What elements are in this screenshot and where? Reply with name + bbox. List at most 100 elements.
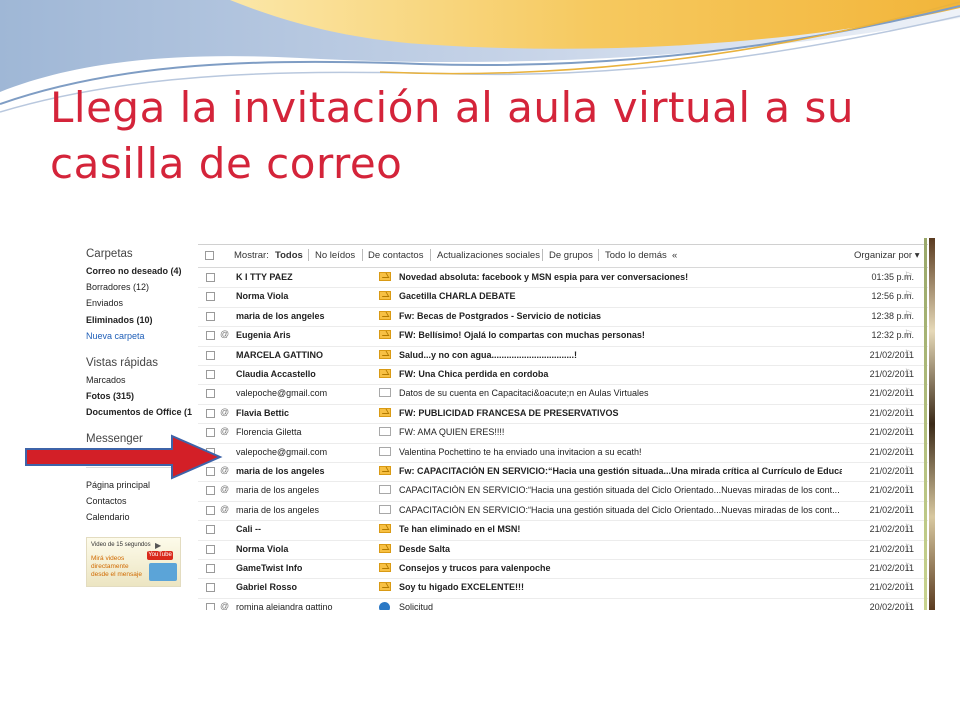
sort-dropdown[interactable]: Organizar por ▾	[854, 250, 920, 261]
message-row[interactable]: @ Florencia Giletta FW: AMA QUIEN ERES!!!!…	[198, 423, 928, 444]
folder-enviados[interactable]: Enviados	[86, 298, 123, 308]
flag-icon[interactable]: ⚐	[904, 562, 913, 573]
folder-eliminados[interactable]: Eliminados (10)	[86, 315, 153, 325]
message-subject: Valentina Pochettino te ha enviado una i…	[399, 446, 642, 457]
message-subject: Novedad absoluta: facebook y MSN espia p…	[399, 272, 689, 282]
message-row[interactable]: maria de los angeles Fw: Becas de Postgra…	[198, 307, 928, 328]
filter-todos[interactable]: Todos	[275, 250, 303, 261]
row-checkbox[interactable]	[206, 389, 215, 399]
row-checkbox[interactable]	[206, 583, 215, 593]
message-row[interactable]: Norma Viola Gacetilla CHARLA DEBATE 12:56 …	[198, 287, 928, 308]
filter-de-contactos[interactable]: De contactos	[368, 250, 423, 261]
attachment-icon: @	[220, 600, 230, 610]
envelope-read-icon	[379, 388, 391, 398]
message-row[interactable]: K I TTY PAEZ Novedad absoluta: facebook y…	[198, 268, 928, 289]
row-checkbox[interactable]	[206, 408, 215, 418]
message-date: 20/02/2011	[869, 601, 914, 610]
message-row[interactable]: Cali -- Te han eliminado en el MSN! 21/02/…	[198, 520, 928, 541]
flag-icon[interactable]: ⚐	[904, 407, 913, 418]
message-row[interactable]: Claudia Accastello FW: Una Chica perdida …	[198, 365, 928, 386]
flag-icon[interactable]: ⚐	[904, 426, 913, 437]
message-row[interactable]: Norma Viola Desde Salta 21/02/2011 ⚐	[198, 540, 928, 560]
message-row[interactable]: valepoche@gmail.com Datos de su cuenta en…	[198, 384, 928, 405]
flag-icon[interactable]: ⚐	[904, 601, 913, 610]
link-calendario[interactable]: Calendario	[86, 512, 130, 522]
view-marcados[interactable]: Marcados	[86, 375, 126, 385]
flag-icon[interactable]: ⚐	[904, 368, 913, 379]
quick-views-heading: Vistas rápidas	[86, 357, 159, 369]
link-pagina-principal[interactable]: Página principal	[86, 480, 150, 490]
video-ad-banner[interactable]: Video de 15 segundos ▶ YouTube Mirá vide…	[86, 537, 181, 587]
message-row[interactable]: @ Flavia Bettic FW: PUBLICIDAD FRANCESA DE…	[198, 404, 928, 425]
message-row[interactable]: Gabriel Rosso Soy tu higado EXCELENTE!!! 2…	[198, 578, 928, 599]
view-documentos-office[interactable]: Documentos de Office (1	[86, 407, 192, 417]
filter-separator	[542, 249, 543, 261]
row-checkbox[interactable]	[206, 311, 215, 321]
filter-de-grupos[interactable]: De grupos	[549, 250, 593, 261]
message-subject: Soy tu higado EXCELENTE!!!	[399, 582, 524, 593]
flag-icon[interactable]: ⚐	[904, 271, 913, 282]
folder-borradores[interactable]: Borradores (12)	[86, 282, 149, 292]
row-checkbox[interactable]	[206, 273, 215, 282]
link-contactos[interactable]: Contactos	[86, 496, 127, 506]
message-row[interactable]: @ Eugenia Aris FW: Bellísimo! Ojalá lo com…	[198, 326, 928, 347]
view-fotos[interactable]: Fotos (315)	[86, 391, 134, 401]
filter-actualizaciones-sociales[interactable]: Actualizaciones sociales	[437, 250, 540, 261]
row-checkbox[interactable]	[206, 564, 215, 573]
message-sender: Claudia Accastello	[236, 369, 316, 379]
message-row[interactable]: @ maria de los angeles Fw: CAPACITACIÓN EN…	[198, 462, 928, 483]
row-checkbox[interactable]	[206, 544, 215, 554]
select-all-checkbox[interactable]	[205, 251, 214, 260]
message-row[interactable]: @ romina alejandra gattino Solicitud 20/02/…	[198, 598, 928, 610]
flag-icon[interactable]: ⚐	[904, 387, 913, 398]
message-subject: Gacetilla CHARLA DEBATE	[399, 291, 516, 302]
collapse-filters-button[interactable]: «	[672, 250, 677, 261]
message-subject: Fw: CAPACITACIÓN EN SERVICIO:“Hacia una …	[399, 466, 842, 476]
request-icon	[379, 601, 391, 610]
flag-icon[interactable]: ⚐	[904, 349, 913, 360]
row-checkbox[interactable]	[206, 350, 215, 360]
flag-icon[interactable]: ⚐	[904, 543, 913, 554]
message-sender: Florencia Giletta	[236, 427, 302, 438]
message-sender: GameTwist Info	[236, 563, 303, 573]
row-checkbox[interactable]	[206, 331, 215, 341]
flag-icon[interactable]: ⚐	[904, 290, 913, 301]
flag-icon[interactable]: ⚐	[904, 465, 913, 476]
message-subject: Desde Salta	[399, 543, 451, 554]
message-sender: Norma Viola	[236, 543, 289, 554]
youtube-logo: YouTube	[147, 551, 173, 560]
filter-todo-lo-demas[interactable]: Todo lo demás	[605, 250, 667, 261]
message-date: 21/02/2011	[869, 446, 914, 457]
envelope-read-icon	[379, 427, 391, 437]
flag-icon[interactable]: ⚐	[904, 523, 913, 534]
row-checkbox[interactable]	[206, 602, 215, 610]
flag-icon[interactable]: ⚐	[904, 504, 913, 515]
message-row[interactable]: valepoche@gmail.com Valentina Pochettino …	[198, 443, 928, 463]
message-row[interactable]: MARCELA GATTINO Salud...y no con agua....…	[198, 346, 928, 366]
folder-correo-no-deseado[interactable]: Correo no deseado (4)	[86, 266, 182, 276]
flag-icon[interactable]: ⚐	[904, 581, 913, 592]
filter-no-leidos[interactable]: No leídos	[315, 250, 355, 261]
row-checkbox[interactable]	[206, 486, 215, 496]
message-subject: Te han eliminado en el MSN!	[399, 524, 521, 535]
flag-icon[interactable]: ⚐	[904, 310, 913, 321]
message-row[interactable]: @ maria de los angeles CAPACITACIÓN EN SER…	[198, 481, 928, 502]
row-checkbox[interactable]	[206, 505, 215, 515]
row-checkbox[interactable]	[206, 292, 215, 302]
message-sender: romina alejandra gattino	[236, 601, 333, 610]
flag-icon[interactable]: ⚐	[904, 446, 913, 457]
message-sender: valepoche@gmail.com	[236, 388, 328, 399]
row-checkbox[interactable]	[206, 525, 215, 535]
row-checkbox[interactable]	[206, 370, 215, 379]
message-row[interactable]: GameTwist Info Consejos y trucos para val…	[198, 559, 928, 580]
envelope-unread-icon	[379, 330, 391, 340]
flag-icon[interactable]: ⚐	[904, 329, 913, 340]
message-sender: maria de los angeles	[236, 310, 325, 321]
new-folder-link[interactable]: Nueva carpeta	[86, 331, 145, 341]
message-sender: MARCELA GATTINO	[236, 349, 323, 360]
message-row[interactable]: @ maria de los angeles CAPACITACIÓN EN SER…	[198, 501, 928, 522]
message-sender: K I TTY PAEZ	[236, 272, 293, 282]
flag-icon[interactable]: ⚐	[904, 484, 913, 495]
background-edge	[929, 238, 935, 610]
folders-heading: Carpetas	[86, 248, 133, 260]
